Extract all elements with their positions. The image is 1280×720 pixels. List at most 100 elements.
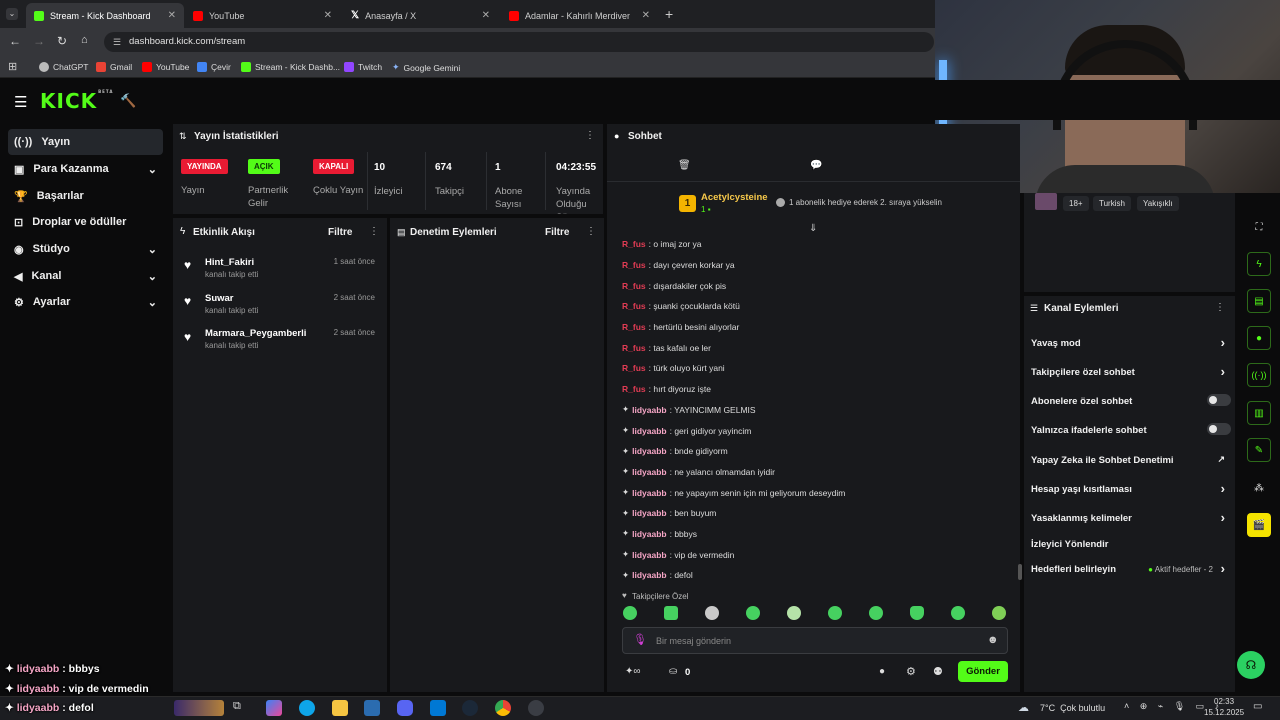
- chat-username[interactable]: R_fus: [622, 363, 646, 373]
- sidebar-item-para-kazanma[interactable]: ▣ Para Kazanma ⌄: [8, 156, 163, 182]
- chat-widget-icon[interactable]: ●: [1247, 326, 1271, 350]
- emotes-only-toggle[interactable]: [1207, 423, 1231, 435]
- bot-icon[interactable]: ⚉: [933, 665, 943, 678]
- sidebar-item-ayarlar[interactable]: ⚙ Ayarlar ⌄: [8, 289, 163, 315]
- subscribers-only-toggle[interactable]: [1207, 394, 1231, 406]
- browser-tab-kick[interactable]: Stream - Kick Dashboard ✕: [26, 3, 184, 28]
- action-yasakli-kelimeler[interactable]: Yasaklanmış kelimeler ›: [1031, 510, 1231, 525]
- emoji-icon[interactable]: ☻: [987, 634, 999, 646]
- share-icon[interactable]: ⁂: [1247, 476, 1271, 500]
- pinned-user[interactable]: Acetylcysteine: [701, 192, 768, 203]
- emote-button[interactable]: [951, 606, 965, 620]
- emote-button[interactable]: [910, 606, 924, 620]
- close-tab-icon[interactable]: ✕: [168, 10, 176, 21]
- emote-button[interactable]: [828, 606, 842, 620]
- chat-username[interactable]: R_fus: [622, 301, 646, 311]
- stats-more-icon[interactable]: ⋮: [585, 130, 595, 141]
- chat-settings-bubble-icon[interactable]: ●: [879, 666, 885, 677]
- store-app-icon[interactable]: [364, 700, 380, 716]
- file-explorer-icon[interactable]: [332, 700, 348, 716]
- moderation-more-icon[interactable]: ⋮: [586, 226, 596, 237]
- bookmark-chatgpt[interactable]: ChatGPT: [39, 62, 88, 72]
- new-tab-icon[interactable]: +: [665, 6, 673, 22]
- activity-filter-button[interactable]: Filtre: [328, 227, 352, 238]
- sidebar-item-kanal[interactable]: ◀ Kanal ⌄: [8, 263, 163, 289]
- forward-icon[interactable]: →: [33, 34, 45, 48]
- chat-username[interactable]: lidyaabb: [632, 467, 666, 477]
- home-icon[interactable]: ⌂: [81, 34, 88, 46]
- browser-tab-youtube-music[interactable]: Adamlar - Kahırlı Merdiven - Yo ✕: [501, 3, 658, 28]
- bookmark-translate[interactable]: Çevir: [197, 62, 231, 72]
- quick-action-lightning-icon[interactable]: ϟ: [1247, 252, 1271, 276]
- bookmark-twitch[interactable]: Twitch: [344, 62, 382, 72]
- chat-username[interactable]: lidyaabb: [632, 405, 666, 415]
- address-bar[interactable]: ☰ dashboard.kick.com/stream: [104, 32, 934, 52]
- task-view-icon[interactable]: ⧉: [233, 700, 249, 716]
- broadcast-widget-icon[interactable]: ((·)): [1247, 363, 1271, 387]
- layout-widget-icon[interactable]: ▥: [1247, 401, 1271, 425]
- chat-username[interactable]: lidyaabb: [632, 529, 666, 539]
- emote-button[interactable]: [746, 606, 760, 620]
- emote-button[interactable]: [869, 606, 883, 620]
- close-tab-icon[interactable]: ✕: [642, 10, 650, 21]
- close-tab-icon[interactable]: ✕: [482, 10, 490, 21]
- chat-username[interactable]: lidyaabb: [632, 550, 666, 560]
- sidebar-item-basarilar[interactable]: 🏆 Başarılar: [8, 183, 163, 209]
- channel-points-icon[interactable]: ✦∞: [625, 666, 641, 677]
- chat-gear-icon[interactable]: ⚙: [906, 665, 916, 678]
- sidebar-item-yayin[interactable]: ((·)) Yayın: [8, 129, 163, 155]
- activity-more-icon[interactable]: ⋮: [369, 226, 379, 237]
- apps-grid-icon[interactable]: ⊞: [8, 60, 17, 73]
- kick-logo[interactable]: KICKBETA: [40, 89, 113, 113]
- steam-icon[interactable]: [462, 700, 478, 716]
- close-tab-icon[interactable]: ✕: [324, 10, 332, 21]
- stream-info-icon[interactable]: ▤: [1247, 289, 1271, 313]
- chat-username[interactable]: lidyaabb: [632, 488, 666, 498]
- bookmark-gmail[interactable]: Gmail: [96, 62, 132, 72]
- menu-icon[interactable]: ☰: [14, 93, 27, 111]
- action-hesap-yasi[interactable]: Hesap yaşı kısıtlaması ›: [1031, 481, 1231, 496]
- clapperboard-icon[interactable]: 🎬: [1247, 513, 1271, 537]
- resize-handle[interactable]: [1018, 564, 1022, 580]
- notification-icon[interactable]: ▭: [1253, 701, 1262, 712]
- chat-username[interactable]: R_fus: [622, 260, 646, 270]
- action-takipcilere-ozel[interactable]: Takipçilere özel sohbet ›: [1031, 364, 1231, 379]
- browser-tab-x[interactable]: 𝕏 Anasayfa / X ✕: [343, 3, 498, 28]
- channel-actions-more-icon[interactable]: ⋮: [1215, 302, 1225, 313]
- emote-button[interactable]: [787, 606, 801, 620]
- emote-button[interactable]: [992, 606, 1006, 620]
- trash-icon[interactable]: 🗑: [678, 160, 691, 171]
- site-info-icon[interactable]: ☰: [113, 32, 121, 52]
- send-button[interactable]: Gönder: [958, 661, 1008, 682]
- sidebar-item-studyo[interactable]: ◉ Stüdyo ⌄: [8, 236, 163, 262]
- bookmark-gemini[interactable]: ✦ Google Gemini: [392, 62, 460, 73]
- chat-username[interactable]: lidyaabb: [632, 570, 666, 580]
- action-izleyici-yonlendir[interactable]: İzleyici Yönlendir: [1031, 539, 1231, 550]
- store-icon[interactable]: ⛀: [669, 666, 677, 677]
- chat-popout-icon[interactable]: 💬: [810, 160, 822, 171]
- obs-icon[interactable]: [528, 700, 544, 716]
- focus-mode-icon[interactable]: ⛶: [1247, 215, 1271, 239]
- tab-search-icon[interactable]: ⌄: [6, 8, 18, 20]
- chat-username[interactable]: R_fus: [622, 343, 646, 353]
- chat-input[interactable]: 🎙 Bir mesaj gönderin ☻: [622, 627, 1008, 654]
- back-icon[interactable]: ←: [9, 34, 21, 48]
- action-hedefler[interactable]: Hedefleri belirleyin ● Aktif hedefler - …: [1031, 561, 1231, 576]
- weather-text[interactable]: 7°C Çok bulutlu: [1040, 703, 1105, 713]
- chat-username[interactable]: R_fus: [622, 281, 646, 291]
- emote-button[interactable]: [705, 606, 719, 620]
- clock-date[interactable]: 15.12.2025: [1204, 708, 1244, 717]
- hammer-icon[interactable]: 🔨: [120, 93, 136, 109]
- scroll-down-icon[interactable]: ⇓: [809, 223, 817, 234]
- support-headset-icon[interactable]: ☊: [1237, 651, 1265, 679]
- chat-username[interactable]: R_fus: [622, 322, 646, 332]
- chat-username[interactable]: R_fus: [622, 384, 646, 394]
- discord-icon[interactable]: [397, 700, 413, 716]
- clock-time[interactable]: 02:33: [1214, 697, 1234, 706]
- edge-icon[interactable]: [299, 700, 315, 716]
- action-yavas-mod[interactable]: Yavaş mod ›: [1031, 335, 1231, 350]
- bookmark-youtube[interactable]: YouTube: [142, 62, 189, 72]
- chat-username[interactable]: R_fus: [622, 239, 646, 249]
- moderation-filter-button[interactable]: Filtre: [545, 227, 569, 238]
- reload-icon[interactable]: ↻: [57, 34, 67, 48]
